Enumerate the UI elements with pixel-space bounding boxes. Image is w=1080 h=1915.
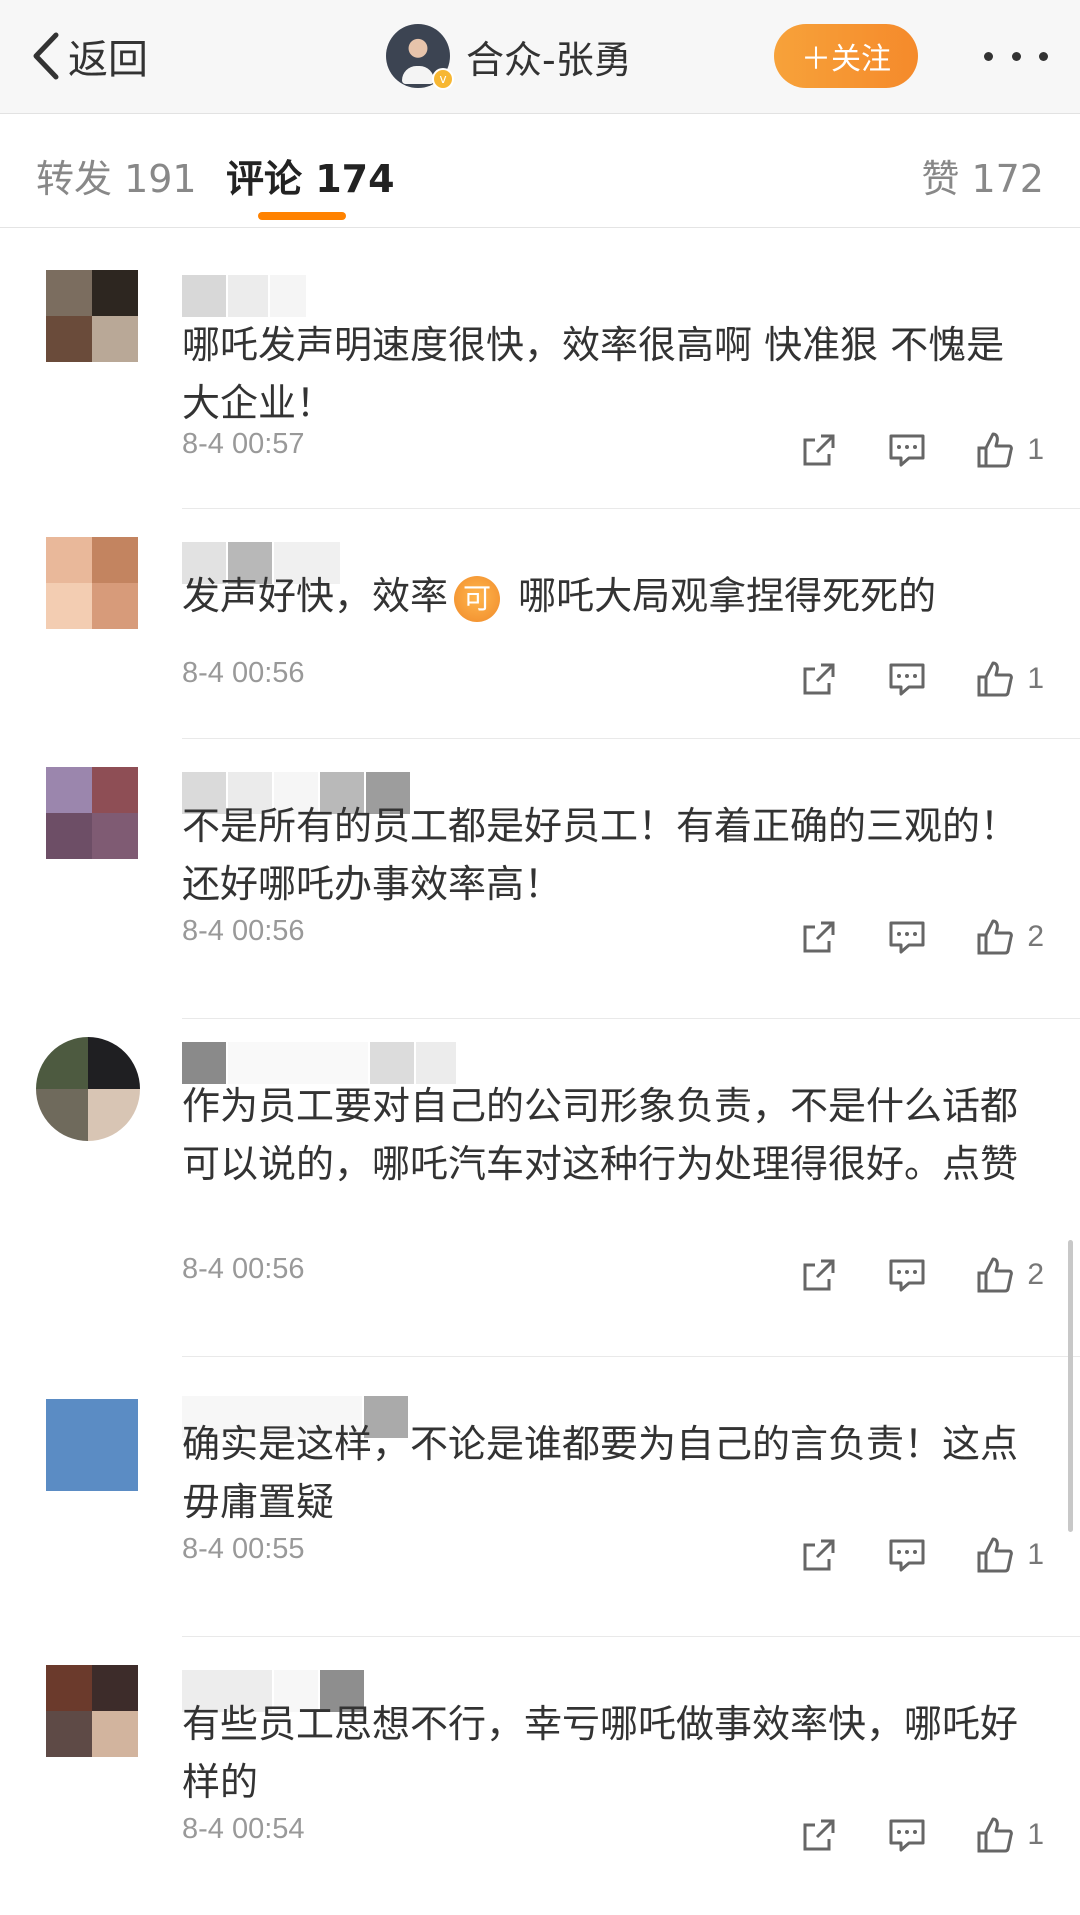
more-dot [1011, 51, 1021, 61]
share-icon[interactable] [799, 1255, 839, 1295]
comment-icon[interactable] [887, 917, 927, 957]
commenter-avatar[interactable] [46, 1399, 138, 1491]
comment-item: 不是所有的员工都是好员工！有着正确的三观的！还好哪吒办事效率高！ 8-4 00:… [46, 739, 1080, 1019]
comment-icon[interactable] [887, 1255, 927, 1295]
comment-actions: 1 [799, 657, 1044, 701]
comment-text-part: 发声好快，效率 [182, 574, 449, 618]
commenter-avatar[interactable] [46, 270, 138, 362]
comment-actions: 2 [799, 1253, 1044, 1297]
share-icon[interactable] [799, 917, 839, 957]
comment-time: 8-4 00:56 [182, 657, 305, 689]
comment-text: 发声好快，效率可 哪吒大局观拿捏得死死的 [182, 567, 1042, 625]
comment-icon[interactable] [887, 659, 927, 699]
like-count: 1 [1027, 662, 1044, 695]
commenter-avatar[interactable] [46, 537, 138, 629]
comment-icon[interactable] [887, 1815, 927, 1855]
comment-time: 8-4 00:54 [182, 1813, 305, 1845]
scrollbar[interactable] [1068, 1240, 1073, 1532]
comment-time: 8-4 00:56 [182, 915, 305, 947]
comment-time: 8-4 00:55 [182, 1533, 305, 1565]
like-count: 2 [1027, 920, 1044, 953]
comment-item: 有些员工思想不行，幸亏哪吒做事效率快，哪吒好样的 8-4 00:54 1 [46, 1637, 1080, 1897]
comment-item: 发声好快，效率可 哪吒大局观拿捏得死死的 8-4 00:56 1 [46, 509, 1080, 739]
comment-actions: 1 [799, 1533, 1044, 1577]
comment-actions: 1 [799, 428, 1044, 472]
commenter-avatar[interactable] [46, 767, 138, 859]
thumbs-up-icon[interactable] [975, 917, 1015, 957]
thumbs-up-icon[interactable] [975, 1535, 1015, 1575]
comment-text-part: 哪吒大局观拿捏得死死的 [518, 574, 937, 618]
avatar[interactable]: v [386, 24, 454, 90]
comment-icon[interactable] [887, 430, 927, 470]
more-dot [984, 51, 993, 61]
tab-comments[interactable]: 评论 174 [226, 148, 395, 203]
comment-text: 不是所有的员工都是好员工！有着正确的三观的！还好哪吒办事效率高！ [182, 804, 1019, 906]
comment-list: 哪吒发声明速度很快，效率很高啊 快准狠 不愧是大企业！ 8-4 00:57 1 … [0, 228, 1080, 1897]
like-count: 1 [1027, 433, 1044, 466]
more-button[interactable] [984, 36, 1048, 76]
top-bar: 返回 v 合众-张勇 ＋关注 [0, 0, 1080, 114]
comment-item: 作为员工要对自己的公司形象负责，不是什么话都可以说的，哪吒汽车对这种行为处理得很… [36, 1019, 1080, 1357]
active-tab-indicator [258, 212, 346, 220]
thumbs-up-icon[interactable] [975, 659, 1015, 699]
back-label: 返回 [68, 37, 148, 83]
comment-text: 确实是这样，不论是谁都要为自己的言负责！这点毋庸置疑 [182, 1422, 1019, 1524]
comment-item: 确实是这样，不论是谁都要为自己的言负责！这点毋庸置疑 8-4 00:55 1 [46, 1357, 1080, 1637]
back-button[interactable]: 返回 [28, 26, 148, 86]
thumbs-up-icon[interactable] [975, 1255, 1015, 1295]
comment-text: 有些员工思想不行，幸亏哪吒做事效率快，哪吒好样的 [182, 1702, 1019, 1804]
tab-likes[interactable]: 赞 172 [921, 148, 1044, 203]
verified-badge: v [432, 68, 454, 90]
commenter-avatar[interactable] [36, 1037, 140, 1141]
emoji-icon: 可 [454, 575, 501, 622]
comment-time: 8-4 00:56 [182, 1253, 305, 1285]
commenter-name-blurred[interactable] [182, 272, 308, 320]
user-name[interactable]: 合众-张勇 [466, 29, 632, 84]
tab-reposts[interactable]: 转发 191 [36, 148, 197, 203]
more-dot [1039, 51, 1048, 61]
comment-text: 哪吒发声明速度很快，效率很高啊 快准狠 不愧是大企业！ [182, 323, 1005, 425]
comment-time: 8-4 00:57 [182, 428, 305, 460]
tab-bar: 转发 191 评论 174 赞 172 [0, 114, 1080, 228]
share-icon[interactable] [799, 1815, 839, 1855]
thumbs-up-icon[interactable] [975, 1815, 1015, 1855]
comment-actions: 2 [799, 915, 1044, 959]
chevron-left-icon [33, 32, 59, 80]
like-count: 2 [1027, 1258, 1044, 1291]
follow-button[interactable]: ＋关注 [774, 24, 918, 88]
share-icon[interactable] [799, 659, 839, 699]
profile-link[interactable]: v 合众-张勇 [386, 20, 632, 92]
share-icon[interactable] [799, 430, 839, 470]
comment-item: 哪吒发声明速度很快，效率很高啊 快准狠 不愧是大企业！ 8-4 00:57 1 [46, 228, 1080, 509]
share-icon[interactable] [799, 1535, 839, 1575]
like-count: 1 [1027, 1538, 1044, 1571]
comment-icon[interactable] [887, 1535, 927, 1575]
comment-actions: 1 [799, 1813, 1044, 1857]
comment-text: 作为员工要对自己的公司形象负责，不是什么话都可以说的，哪吒汽车对这种行为处理得很… [182, 1084, 1019, 1186]
commenter-avatar[interactable] [46, 1665, 138, 1757]
thumbs-up-icon[interactable] [975, 430, 1015, 470]
like-count: 1 [1027, 1818, 1044, 1851]
